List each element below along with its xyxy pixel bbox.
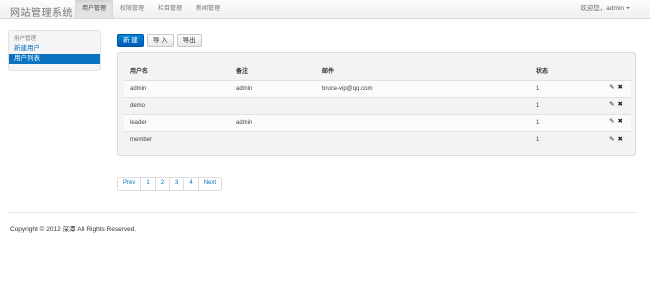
column-header-status: 状态 <box>536 68 549 75</box>
pencil-icon[interactable]: ✎ <box>609 85 614 92</box>
nav-item-permission-management[interactable]: 权限管理 <box>113 0 151 18</box>
table-row: leader admin 1 ✎ ✖ <box>124 113 631 131</box>
cell-actions: ✎ ✖ <box>585 96 631 114</box>
cell-note <box>230 130 316 148</box>
cell-username: member <box>124 130 230 148</box>
cell-status: 1 <box>530 113 585 131</box>
cell-actions: ✎ ✖ <box>585 113 631 131</box>
column-header-actions <box>585 61 631 80</box>
nav-item-news-management[interactable]: 新闻管理 <box>189 0 227 18</box>
cell-email: bruce-vip@qq.com <box>316 79 530 97</box>
cell-status: 1 <box>530 79 585 97</box>
caret-down-icon <box>626 7 630 10</box>
column-header-note: 备注 <box>236 68 249 75</box>
cell-username: leader <box>124 113 230 131</box>
pagination-next[interactable]: Next <box>197 178 221 190</box>
user-menu[interactable]: 欢迎您，admin <box>580 0 630 18</box>
pencil-icon[interactable]: ✎ <box>609 136 614 144</box>
footer-divider <box>8 212 638 213</box>
sidebar-header: 用户管理 <box>14 36 37 42</box>
cell-note: admin <box>230 113 316 131</box>
close-icon[interactable]: ✖ <box>618 136 623 144</box>
cell-note: admin <box>230 79 316 97</box>
table-row: demo 1 ✎ ✖ <box>124 96 631 114</box>
close-icon[interactable]: ✖ <box>618 119 623 126</box>
pencil-icon[interactable]: ✎ <box>609 119 614 126</box>
pagination: Prev 1 2 3 4 Next <box>117 177 223 191</box>
cell-email <box>316 96 530 114</box>
cell-email <box>316 113 530 131</box>
cell-status: 1 <box>530 130 585 148</box>
column-header-email: 邮件 <box>322 68 335 75</box>
cell-actions: ✎ ✖ <box>585 130 631 148</box>
brand-title[interactable]: 网站管理系统 <box>10 4 73 19</box>
sidebar: 用户管理 新建用户 用户列表 <box>8 30 101 71</box>
close-icon[interactable]: ✖ <box>618 102 623 109</box>
column-header-username: 用户名 <box>130 68 149 75</box>
footer-copyright: Copyright © 2012 深潭 All Rights Reserved. <box>10 226 137 233</box>
cell-email <box>316 130 530 148</box>
user-menu-label: 欢迎您，admin <box>580 5 624 12</box>
pagination-page-2[interactable]: 2 <box>154 178 169 190</box>
cell-username: demo <box>124 96 230 114</box>
top-navbar: 网站管理系统 用户管理 权限管理 栏目管理 新闻管理 欢迎您，admin <box>0 0 650 19</box>
pagination-page-4[interactable]: 4 <box>183 178 197 190</box>
nav-item-user-management[interactable]: 用户管理 <box>75 0 114 18</box>
pencil-icon[interactable]: ✎ <box>609 102 614 109</box>
cell-actions: ✎ ✖ <box>585 79 631 97</box>
pagination-page-1[interactable]: 1 <box>140 178 154 190</box>
close-icon[interactable]: ✖ <box>618 85 623 92</box>
table-header-row: 用户名 备注 邮件 状态 <box>124 61 631 80</box>
cell-username: admin <box>124 79 230 97</box>
pagination-page-3[interactable]: 3 <box>169 178 183 190</box>
cell-note <box>230 96 316 114</box>
nav-item-column-management[interactable]: 栏目管理 <box>151 0 189 18</box>
table-row: member 1 ✎ ✖ <box>124 130 631 148</box>
pagination-prev[interactable]: Prev <box>118 178 140 190</box>
cell-status: 1 <box>530 96 585 114</box>
main-nav: 用户管理 权限管理 栏目管理 新闻管理 <box>75 0 227 18</box>
toolbar: 新 建 导 入 导出 <box>117 34 202 47</box>
user-table: 用户名 备注 邮件 状态 admin admin bruce-vip@qq.co… <box>124 61 631 148</box>
import-button[interactable]: 导 入 <box>146 34 174 47</box>
new-button[interactable]: 新 建 <box>117 34 144 47</box>
user-table-panel: 用户名 备注 邮件 状态 admin admin bruce-vip@qq.co… <box>117 52 636 156</box>
sidebar-item-new-user[interactable]: 新建用户 <box>9 44 100 54</box>
export-button[interactable]: 导出 <box>176 34 202 47</box>
table-row: admin admin bruce-vip@qq.com 1 ✎ ✖ <box>124 79 631 97</box>
sidebar-item-user-list[interactable]: 用户列表 <box>9 54 100 64</box>
